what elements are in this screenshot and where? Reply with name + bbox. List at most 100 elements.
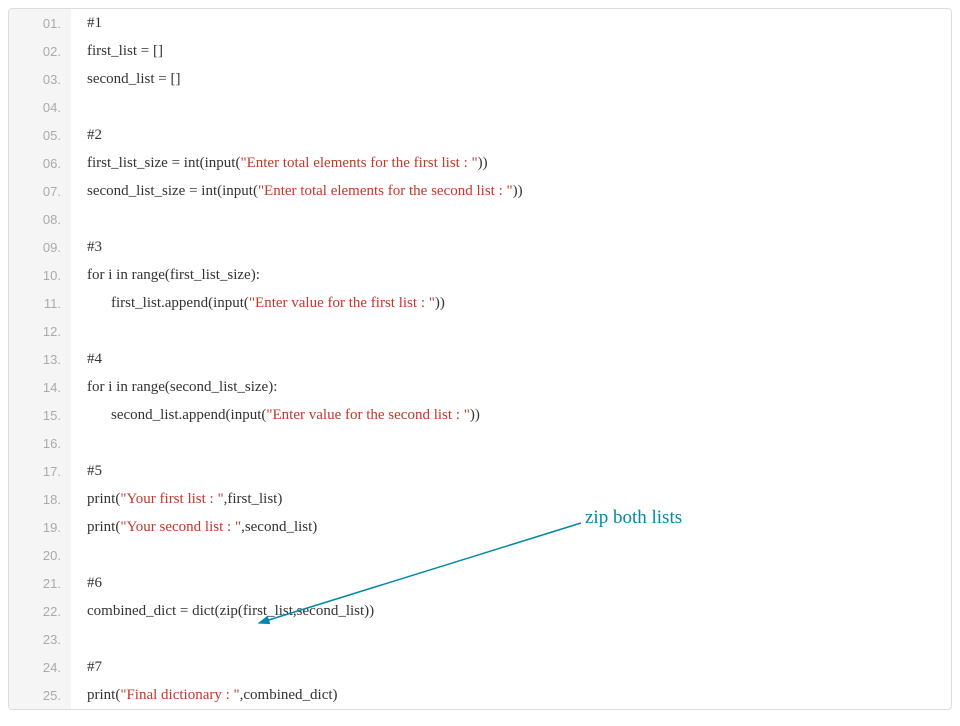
- string-literal: "Enter total elements for the second lis…: [258, 183, 513, 199]
- line-number: 15.: [9, 401, 71, 429]
- code-line: #6: [71, 569, 951, 597]
- code-text: )): [513, 183, 523, 199]
- code-row: 11.first_list.append(input("Enter value …: [9, 289, 951, 317]
- code-text: #6: [87, 575, 102, 591]
- code-line: first_list_size = int(input("Enter total…: [71, 149, 951, 177]
- code-line: second_list.append(input("Enter value fo…: [71, 401, 951, 429]
- code-text: first_list = []: [87, 43, 163, 59]
- code-row: 13. #4: [9, 345, 951, 373]
- code-text: ,second_list): [241, 519, 317, 535]
- code-row: 17. #5: [9, 457, 951, 485]
- line-number: 23.: [9, 625, 71, 653]
- line-number: 09.: [9, 233, 71, 261]
- string-literal: "Enter value for the second list : ": [266, 407, 469, 423]
- code-text: print(: [87, 491, 120, 507]
- code-row: 04.: [9, 93, 951, 121]
- code-row: 14. for i in range(second_list_size):: [9, 373, 951, 401]
- code-text: print(: [87, 687, 120, 703]
- code-line: print("Your second list : ",second_list): [71, 513, 951, 541]
- line-number: 05.: [9, 121, 71, 149]
- code-text: print(: [87, 519, 120, 535]
- code-row: 03.second_list = []: [9, 65, 951, 93]
- code-line: [71, 541, 951, 569]
- code-text: combined_dict = dict(zip(first_list,seco…: [87, 603, 374, 619]
- code-text: for i in range(first_list_size):: [87, 267, 260, 283]
- code-text: #4: [87, 351, 102, 367]
- code-text: first_list_size = int(input(: [87, 155, 240, 171]
- code-table: 01. #1 02. first_list = [] 03.second_list = …: [9, 9, 951, 709]
- line-number: 04.: [9, 93, 71, 121]
- code-line: print("Your first list : ",first_list): [71, 485, 951, 513]
- line-number: 07.: [9, 177, 71, 205]
- line-number: 02.: [9, 37, 71, 65]
- line-number: 08.: [9, 205, 71, 233]
- line-number: 20.: [9, 541, 71, 569]
- code-line: [71, 93, 951, 121]
- code-line: first_list = []: [71, 37, 951, 65]
- line-number: 17.: [9, 457, 71, 485]
- code-row: 10. for i in range(first_list_size):: [9, 261, 951, 289]
- code-text: second_list_size = int(input(: [87, 183, 258, 199]
- code-line: #2: [71, 121, 951, 149]
- code-line: print("Final dictionary : ",combined_dic…: [71, 681, 951, 709]
- code-text: #3: [87, 239, 102, 255]
- code-line: #5: [71, 457, 951, 485]
- line-number: 13.: [9, 345, 71, 373]
- code-text: #1: [87, 15, 102, 31]
- code-text: #5: [87, 463, 102, 479]
- code-text: for i in range(second_list_size):: [87, 379, 277, 395]
- code-line: [71, 317, 951, 345]
- code-row: 07. second_list_size = int(input("Enter t…: [9, 177, 951, 205]
- code-row: 25.print("Final dictionary : ",combined_…: [9, 681, 951, 709]
- code-text: )): [470, 407, 480, 423]
- line-number: 06.: [9, 149, 71, 177]
- line-number: 19.: [9, 513, 71, 541]
- code-line: [71, 429, 951, 457]
- code-row: 06.first_list_size = int(input("Enter to…: [9, 149, 951, 177]
- code-text: ,first_list): [224, 491, 283, 507]
- line-number: 21.: [9, 569, 71, 597]
- code-row: 23.: [9, 625, 951, 653]
- code-text: first_list.append(input(: [111, 295, 249, 311]
- code-row: 24.#7: [9, 653, 951, 681]
- code-row: 09. #3: [9, 233, 951, 261]
- code-line: #7: [71, 653, 951, 681]
- code-row: 22. combined_dict = dict(zip(first_list,s…: [9, 597, 951, 625]
- code-body: 01. #1 02. first_list = [] 03.second_list = …: [9, 9, 951, 709]
- code-row: 12.: [9, 317, 951, 345]
- string-literal: "Enter total elements for the first list…: [240, 155, 477, 171]
- code-row: 21. #6: [9, 569, 951, 597]
- code-line: [71, 205, 951, 233]
- code-row: 15.second_list.append(input("Enter value…: [9, 401, 951, 429]
- code-text: )): [435, 295, 445, 311]
- code-row: 05. #2: [9, 121, 951, 149]
- code-row: 19.print("Your second list : ",second_li…: [9, 513, 951, 541]
- code-row: 18.print("Your first list : ",first_list…: [9, 485, 951, 513]
- code-line: for i in range(second_list_size):: [71, 373, 951, 401]
- string-literal: "Enter value for the first list : ": [249, 295, 435, 311]
- code-text: #2: [87, 127, 102, 143]
- code-line: first_list.append(input("Enter value for…: [71, 289, 951, 317]
- line-number: 03.: [9, 65, 71, 93]
- code-row: 01. #1: [9, 9, 951, 37]
- line-number: 11.: [9, 289, 71, 317]
- code-line: [71, 625, 951, 653]
- line-number: 14.: [9, 373, 71, 401]
- code-line: #3: [71, 233, 951, 261]
- code-row: 16.: [9, 429, 951, 457]
- code-line: combined_dict = dict(zip(first_list,seco…: [71, 597, 951, 625]
- code-container: 01. #1 02. first_list = [] 03.second_list = …: [8, 8, 952, 710]
- code-text: )): [478, 155, 488, 171]
- line-number: 01.: [9, 9, 71, 37]
- line-number: 10.: [9, 261, 71, 289]
- code-line: for i in range(first_list_size):: [71, 261, 951, 289]
- line-number: 16.: [9, 429, 71, 457]
- line-number: 24.: [9, 653, 71, 681]
- line-number: 25.: [9, 681, 71, 709]
- line-number: 22.: [9, 597, 71, 625]
- code-text: ,combined_dict): [240, 687, 338, 703]
- code-row: 08.: [9, 205, 951, 233]
- string-literal: "Final dictionary : ": [120, 687, 239, 703]
- string-literal: "Your second list : ": [120, 519, 241, 535]
- code-line: second_list = []: [71, 65, 951, 93]
